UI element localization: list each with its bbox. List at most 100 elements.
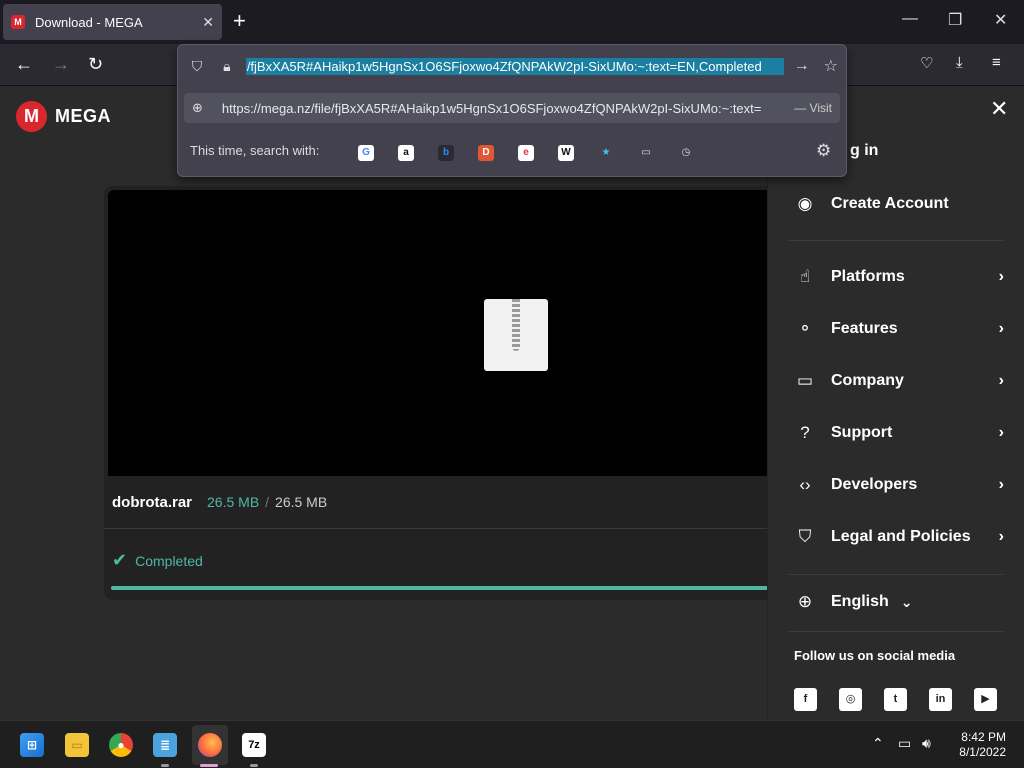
file-name: dobrota.rar <box>112 494 193 511</box>
menu-item-label: Platforms <box>831 268 905 285</box>
menu-item-label: Features <box>831 320 898 337</box>
bookmark-star-icon[interactable]: ☆ <box>824 56 838 76</box>
url-dropdown: ⛉ 🔒︎ /fjBxXA5R#AHaikp1w5HgnSx1O6SFjoxwo4… <box>177 44 847 177</box>
close-menu-button[interactable]: ✕ <box>990 96 1008 122</box>
progress-fill <box>111 586 784 590</box>
mega-logo-icon: M <box>16 101 47 132</box>
side-menu: ✕ g in ◉ Create Account ☝ Platforms › ⚬ … <box>767 86 1024 720</box>
tab-bar: M Download - MEGA ✕ + — ❐ ✕ <box>0 0 1024 44</box>
tab-title: Download - MEGA <box>35 14 143 30</box>
twitter-icon[interactable]: t <box>884 688 907 711</box>
history-glyph: ◷ <box>681 147 691 158</box>
chevron-up-icon[interactable]: ⌃ <box>872 735 884 752</box>
clock-date: 8/1/2022 <box>959 745 1006 759</box>
search-engine-list: Ga b De W ★ ▭ ◷ <box>346 143 706 163</box>
amazon-search-icon[interactable]: a <box>386 143 426 163</box>
bookmarks-search-icon[interactable]: ★ <box>586 143 626 163</box>
network-icon[interactable]: ▭ <box>898 735 911 752</box>
briefcase-icon: ▭ <box>796 371 814 390</box>
file-explorer-icon[interactable]: ▭ <box>65 733 89 757</box>
address-bar[interactable]: ⛉ 🔒︎ /fjBxXA5R#AHaikp1w5HgnSx1O6SFjoxwo4… <box>186 51 838 81</box>
firefox-icon[interactable] <box>198 733 222 757</box>
url-input[interactable]: /fjBxXA5R#AHaikp1w5HgnSx1O6SFjoxwo4ZfQNP… <box>245 57 784 75</box>
menu-item-platforms[interactable]: ☝ Platforms › <box>794 262 1004 292</box>
duckduckgo-search-icon[interactable]: D <box>466 143 506 163</box>
mega-logo-text: MEGA <box>55 106 111 126</box>
wikipedia-search-icon[interactable]: W <box>546 143 586 163</box>
running-indicator <box>161 764 169 767</box>
forward-button[interactable]: → <box>52 54 70 75</box>
amazon-glyph: a <box>398 145 414 161</box>
downloads-icon[interactable]: ⤓ <box>956 54 963 71</box>
menu-item-support[interactable]: ? Support › <box>794 418 1004 448</box>
maximize-button[interactable]: ❐ <box>948 10 962 30</box>
7zip-icon[interactable]: 7z <box>242 733 266 757</box>
tabs-search-icon[interactable]: ▭ <box>626 143 666 163</box>
url-suggestion[interactable]: ⊕ https://mega.nz/file/fjBxXA5R#AHaikp1w… <box>184 93 840 123</box>
divider <box>104 528 784 529</box>
file-info: dobrota.rar 26.5 MB / 26.5 MB <box>112 494 327 511</box>
menu-item-label: Legal and Policies <box>831 528 971 545</box>
chrome-icon[interactable]: ● <box>109 733 133 757</box>
menu-item-legal[interactable]: ⛉ Legal and Policies › <box>794 522 1004 552</box>
tabs-glyph: ▭ <box>641 147 651 158</box>
gear-icon[interactable]: ⚙ <box>816 141 831 161</box>
start-button-icon[interactable]: ⊞ <box>20 733 44 757</box>
chevron-right-icon: › <box>998 372 1004 389</box>
linkedin-icon[interactable]: in <box>929 688 952 711</box>
lock-icon[interactable]: 🔒︎ <box>216 58 238 75</box>
tab-close-icon[interactable]: ✕ <box>202 14 214 31</box>
close-window-button[interactable]: ✕ <box>994 10 1007 30</box>
notepad-icon[interactable]: ≣ <box>153 733 177 757</box>
instagram-icon[interactable]: ◎ <box>839 688 862 711</box>
progress-bar <box>111 586 784 590</box>
minimize-button[interactable]: — <box>902 10 918 28</box>
user-circle-icon: ◉ <box>797 194 813 213</box>
bing-search-icon[interactable]: b <box>426 143 466 163</box>
ebay-search-icon[interactable]: e <box>506 143 546 163</box>
chevron-right-icon: › <box>998 476 1004 493</box>
login-link[interactable]: g in <box>850 142 878 160</box>
wikipedia-glyph: W <box>558 145 574 161</box>
menu-item-company[interactable]: ▭ Company › <box>794 366 1004 396</box>
nodes-icon: ⚬ <box>797 319 813 338</box>
taskbar: ⊞ ▭ ● ≣ 7z ⌃ ▭ 🔊︎ 8:42 PM 8/1/2022 <box>0 720 1024 768</box>
menu-item-features[interactable]: ⚬ Features › <box>794 314 1004 344</box>
size-separator: / <box>265 494 270 510</box>
back-button[interactable]: ← <box>15 54 33 75</box>
mega-logo[interactable]: M MEGA <box>16 101 111 132</box>
clock-time: 8:42 PM <box>961 730 1006 744</box>
mega-favicon-icon: M <box>11 15 25 29</box>
chevron-right-icon: › <box>998 528 1004 545</box>
menu-item-label: Create Account <box>831 195 949 212</box>
running-indicator <box>250 764 258 767</box>
chevron-right-icon: › <box>998 268 1004 285</box>
shield-icon: ⛉ <box>798 527 812 546</box>
pocket-icon[interactable]: ♡ <box>920 54 933 72</box>
menu-item-developers[interactable]: ‹› Developers › <box>794 470 1004 500</box>
volume-icon[interactable]: 🔊︎ <box>922 735 931 752</box>
menu-icon[interactable]: ≡ <box>992 54 1001 71</box>
language-selector[interactable]: ⊕ English ⌄ <box>794 587 1004 617</box>
menu-item-label: Company <box>831 372 904 389</box>
globe-icon: ⊕ <box>797 592 813 611</box>
reload-button[interactable]: ↻ <box>88 54 103 75</box>
follow-heading: Follow us on social media <box>794 648 956 663</box>
history-search-icon[interactable]: ◷ <box>666 143 706 163</box>
touch-icon: ☝ <box>799 267 811 286</box>
tab-download-mega[interactable]: M Download - MEGA ✕ <box>3 4 222 40</box>
downloaded-size: 26.5 MB <box>207 494 260 510</box>
youtube-icon[interactable]: ▶ <box>974 688 997 711</box>
menu-item-create-account[interactable]: ◉ Create Account <box>794 189 1004 219</box>
menu-item-label: Support <box>831 424 893 441</box>
shield-icon[interactable]: ⛉ <box>186 58 208 75</box>
google-glyph: G <box>358 145 374 161</box>
go-arrow-icon[interactable]: → <box>794 57 810 75</box>
clock[interactable]: 8:42 PM 8/1/2022 <box>956 730 1006 760</box>
download-card: dobrota.rar 26.5 MB / 26.5 MB ✔ Complete… <box>104 186 784 600</box>
facebook-icon[interactable]: f <box>794 688 817 711</box>
new-tab-button[interactable]: + <box>233 10 246 32</box>
google-search-icon[interactable]: G <box>346 143 386 163</box>
bookmarks-glyph: ★ <box>601 147 611 158</box>
file-preview <box>108 190 784 476</box>
